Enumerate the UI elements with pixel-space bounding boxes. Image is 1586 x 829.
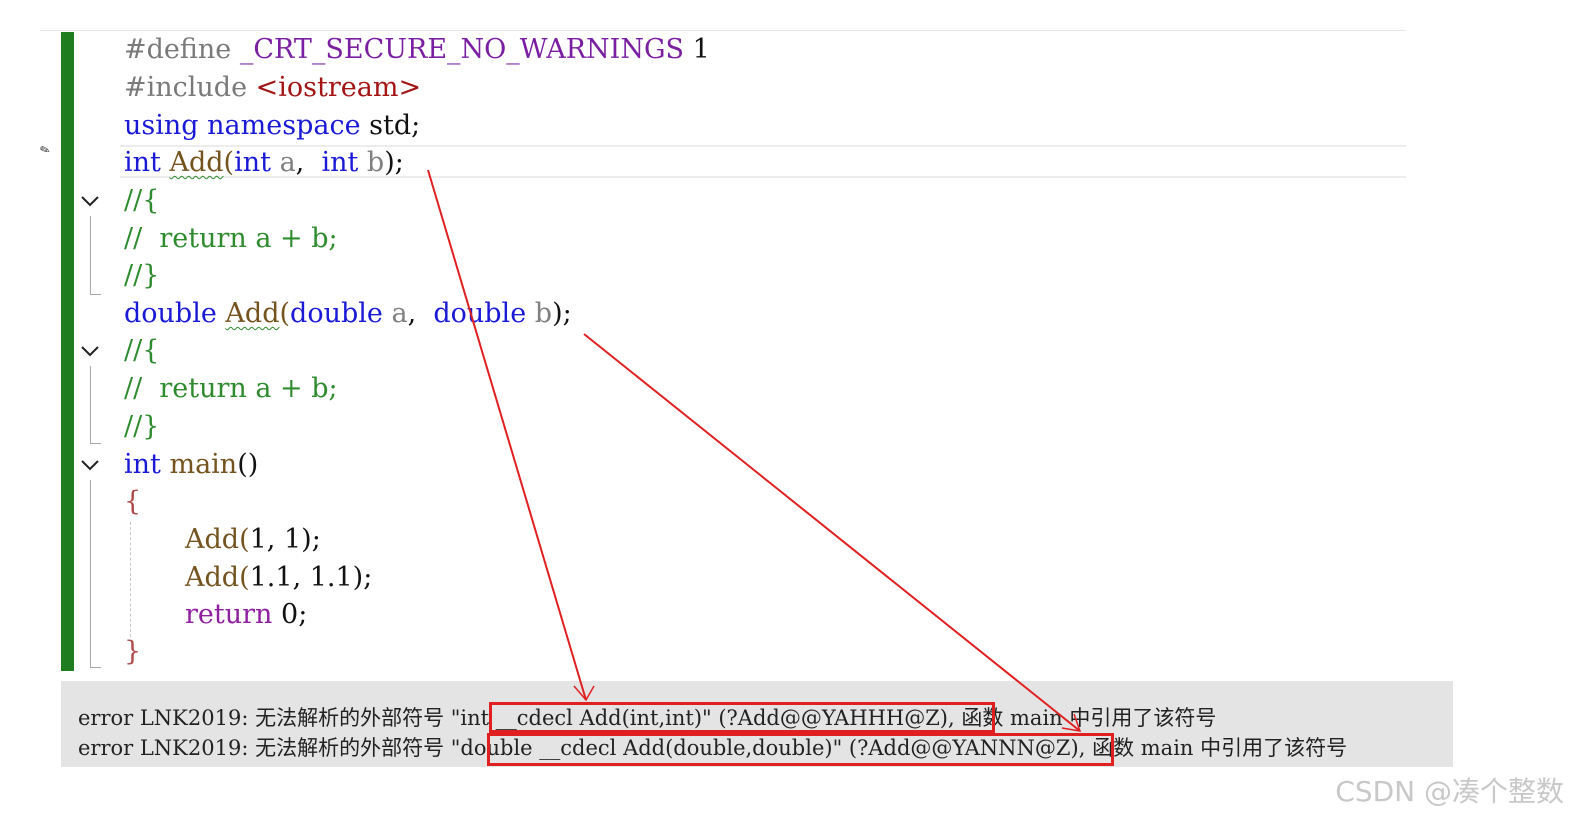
call-args: 1, 1: [249, 524, 302, 555]
annotation-arrow: [583, 333, 1081, 732]
code-line-13[interactable]: {: [124, 483, 141, 521]
param-name: a: [391, 298, 408, 329]
code-line-15[interactable]: Add(1.1, 1.1);: [185, 559, 372, 597]
comment-marker: //: [124, 223, 143, 254]
code-line-4[interactable]: int Add(int a, int b);: [124, 144, 404, 182]
return-type: int: [124, 449, 161, 480]
indent-guide: [130, 522, 131, 637]
param-type: int: [321, 147, 359, 178]
macro-name: _CRT_SECURE_NO_WARNINGS: [239, 34, 685, 65]
fold-region-guide: [90, 480, 101, 668]
function-name: Add: [169, 147, 224, 178]
pen-icon: ✎: [37, 141, 53, 159]
param-type: double: [290, 298, 383, 329]
code-line-14[interactable]: Add(1, 1);: [185, 521, 321, 559]
function-call: Add: [185, 562, 240, 593]
param-type: double: [433, 298, 527, 329]
preprocessor-directive: #define: [124, 34, 232, 65]
function-name: main: [169, 449, 238, 480]
paren: );: [352, 562, 373, 593]
macro-value: 1: [692, 34, 710, 65]
code-line-2[interactable]: #include <iostream>: [124, 69, 421, 107]
call-args: 1.1, 1.1: [249, 562, 353, 593]
include-header: <iostream>: [255, 72, 422, 103]
paren: );: [552, 298, 572, 329]
annotation-arrow: [427, 169, 587, 701]
code-line-6[interactable]: // return a + b;: [124, 220, 338, 258]
code-line-8[interactable]: double Add(double a, double b);: [124, 295, 572, 333]
code-line-5[interactable]: //{: [124, 182, 159, 220]
paren: (: [279, 298, 291, 329]
error-prefix: error LNK2019: 无法解析的外部符号 ": [78, 706, 461, 730]
return-value: 0;: [281, 599, 308, 630]
code-line-9[interactable]: //{: [124, 332, 159, 370]
chevron-down-icon[interactable]: [78, 339, 102, 363]
comment-text: return a + b;: [159, 373, 338, 404]
chevron-down-icon[interactable]: [78, 453, 102, 477]
code-line-1[interactable]: #define _CRT_SECURE_NO_WARNINGS 1: [124, 31, 710, 69]
code-line-10[interactable]: // return a + b;: [124, 370, 338, 408]
param-name: b: [366, 147, 385, 178]
code-line-17[interactable]: }: [124, 633, 141, 671]
paren: );: [384, 147, 404, 178]
fold-region-guide: [90, 216, 101, 295]
function-call: Add: [185, 524, 240, 555]
comma: ,: [295, 147, 305, 178]
annotation-box: [487, 733, 1114, 766]
code-line-3[interactable]: using namespace std;: [124, 107, 420, 145]
paren: (: [239, 524, 250, 555]
preprocessor-directive: #include: [124, 72, 248, 103]
code-line-12[interactable]: int main(): [124, 446, 258, 484]
code-line-11[interactable]: //}: [124, 408, 159, 446]
error-prefix: error LNK2019: 无法解析的外部符号 ": [78, 736, 461, 760]
change-tracking-bar: [61, 32, 74, 671]
error-suffix: 函数 main 中引用了该符号: [1085, 736, 1348, 760]
code-line-16[interactable]: return 0;: [185, 596, 307, 634]
code-line-7[interactable]: //}: [124, 257, 159, 295]
keyword: return: [185, 599, 273, 630]
param-type: int: [234, 147, 271, 178]
keyword: using: [124, 110, 199, 141]
keyword: namespace: [207, 110, 361, 141]
paren: );: [301, 524, 321, 555]
paren: (): [237, 449, 259, 480]
annotation-box: [489, 702, 995, 733]
return-type: double: [124, 298, 217, 329]
chevron-down-icon[interactable]: [78, 189, 102, 213]
comma: ,: [407, 298, 417, 329]
paren: (: [239, 562, 250, 593]
namespace-name: std;: [369, 110, 421, 141]
return-type: int: [124, 147, 161, 178]
comment-text: return a + b;: [159, 223, 338, 254]
function-name: Add: [225, 298, 280, 329]
param-name: b: [534, 298, 553, 329]
watermark: CSDN @凑个整数: [1335, 775, 1564, 808]
fold-region-guide: [90, 366, 101, 444]
comment-marker: //: [124, 373, 143, 404]
param-name: a: [279, 147, 296, 178]
paren: (: [223, 147, 235, 178]
